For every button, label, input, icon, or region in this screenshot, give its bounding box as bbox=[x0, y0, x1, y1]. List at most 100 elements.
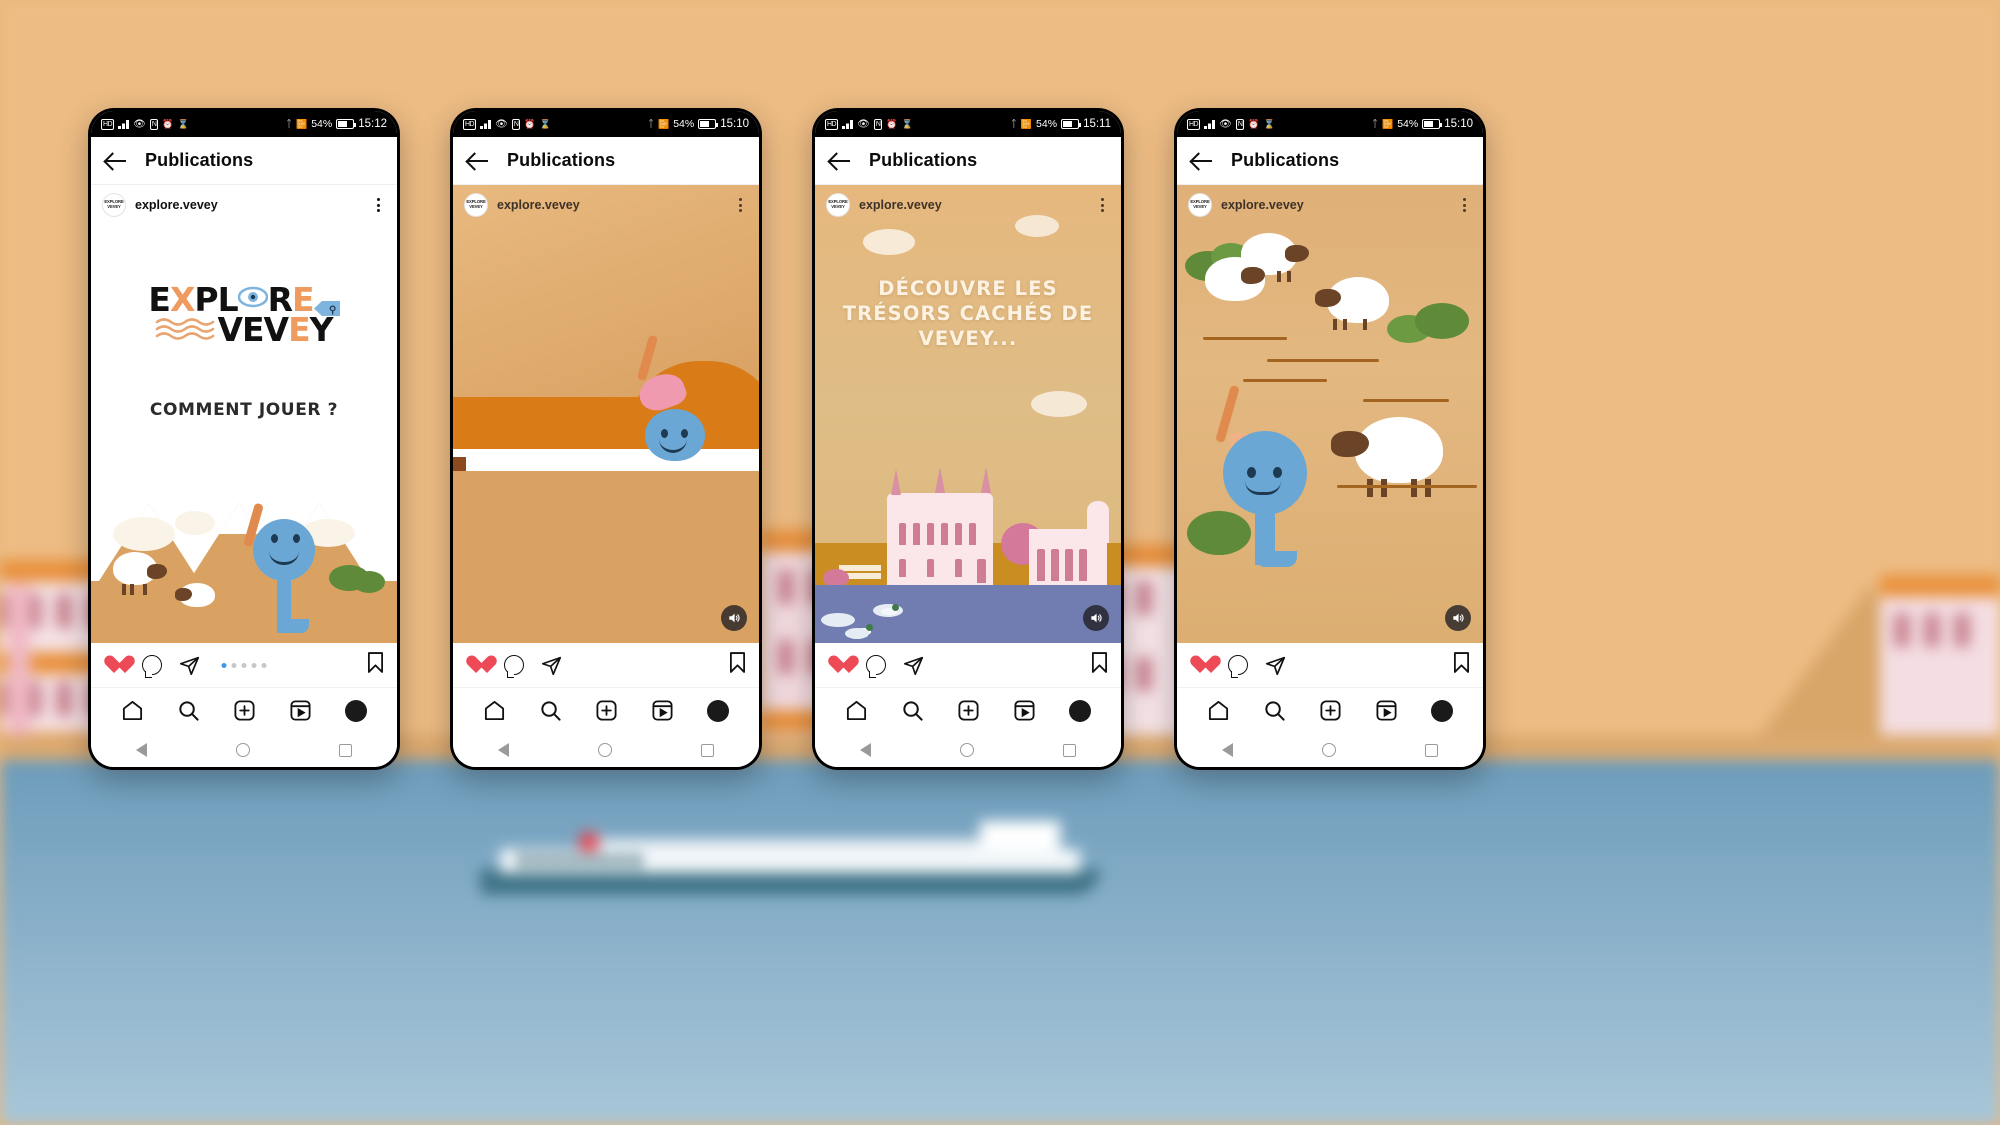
search-icon[interactable] bbox=[177, 699, 200, 722]
hourglass-icon: ⌛ bbox=[901, 118, 913, 129]
post-media[interactable]: EXPLORE VEVEY explore.vevey bbox=[453, 185, 759, 643]
post-username[interactable]: explore.vevey bbox=[497, 198, 723, 212]
bookmark-icon[interactable] bbox=[367, 652, 384, 678]
search-icon[interactable] bbox=[539, 699, 562, 722]
more-options-icon[interactable] bbox=[1094, 198, 1110, 212]
more-options-icon[interactable] bbox=[732, 198, 748, 212]
add-post-icon[interactable] bbox=[595, 699, 618, 722]
home-icon[interactable] bbox=[121, 699, 144, 722]
bookmark-icon[interactable] bbox=[1091, 652, 1108, 678]
home-icon[interactable] bbox=[1207, 699, 1230, 722]
android-back-icon[interactable] bbox=[497, 743, 509, 757]
background-building bbox=[1880, 575, 2000, 760]
post-header: EXPLORE VEVEY explore.vevey bbox=[815, 185, 1121, 225]
eye-icon: 👁 bbox=[133, 118, 146, 130]
alarm-icon: ⏰ bbox=[1248, 118, 1260, 129]
avatar-label: EXPLORE VEVEY bbox=[1190, 199, 1210, 209]
speaker-on-icon[interactable] bbox=[1083, 605, 1109, 631]
reels-icon[interactable] bbox=[289, 699, 312, 722]
hourglass-icon: ⌛ bbox=[1263, 118, 1275, 129]
bluetooth-icon: ᛏ bbox=[1371, 118, 1378, 130]
android-back-icon[interactable] bbox=[135, 743, 147, 757]
signal-bars-icon bbox=[480, 119, 492, 129]
reels-icon[interactable] bbox=[1375, 699, 1398, 722]
post-username[interactable]: explore.vevey bbox=[859, 198, 1085, 212]
cloud-shape bbox=[1031, 391, 1087, 417]
search-icon[interactable] bbox=[1263, 699, 1286, 722]
home-icon[interactable] bbox=[483, 699, 506, 722]
avatar[interactable]: EXPLORE VEVEY bbox=[464, 193, 488, 217]
android-home-icon[interactable] bbox=[235, 743, 250, 757]
explore-vevey-logo: E X PL RE ⚲ VEV E Y bbox=[91, 283, 397, 346]
post-action-bar bbox=[453, 643, 759, 687]
heart-filled-icon[interactable] bbox=[828, 656, 849, 675]
terrain-line bbox=[1203, 337, 1287, 340]
avatar[interactable]: EXPLORE VEVEY bbox=[826, 193, 850, 217]
profile-avatar-icon[interactable] bbox=[1068, 699, 1091, 722]
page-title: Publications bbox=[869, 150, 978, 170]
vibrate-icon: 📴 bbox=[1020, 118, 1033, 129]
search-icon[interactable] bbox=[901, 699, 924, 722]
background-window-row bbox=[1894, 613, 1970, 647]
howto-caption: COMMENT JOUER ? bbox=[149, 400, 339, 420]
share-paperplane-icon[interactable] bbox=[179, 655, 200, 676]
comment-bubble-icon[interactable] bbox=[142, 655, 162, 678]
post-media[interactable]: DÉCOUVRE LES TRÉSORS CACHÉS DE VEVEY... bbox=[815, 185, 1121, 643]
profile-avatar-icon[interactable] bbox=[1430, 699, 1453, 722]
status-bar: HD 👁 N ⏰ ⌛ ᛏ 📴 54% 15:12 bbox=[91, 111, 397, 137]
speaker-on-icon[interactable] bbox=[1445, 605, 1471, 631]
illustration-bed-scene bbox=[453, 185, 759, 643]
add-post-icon[interactable] bbox=[233, 699, 256, 722]
phone-mockup-2: HD 👁 N ⏰ ⌛ ᛏ 📴 54% 15:10 Publications EX… bbox=[450, 108, 762, 770]
profile-avatar-icon[interactable] bbox=[344, 699, 367, 722]
phone-mockup-3: HD 👁 N ⏰ ⌛ ᛏ 📴 54% 15:11 Publications DÉ… bbox=[812, 108, 1124, 770]
post-username[interactable]: explore.vevey bbox=[135, 198, 361, 212]
bluetooth-icon: ᛏ bbox=[285, 118, 292, 130]
battery-icon bbox=[1061, 119, 1082, 129]
add-post-icon[interactable] bbox=[957, 699, 980, 722]
reels-icon[interactable] bbox=[1013, 699, 1036, 722]
more-options-icon[interactable] bbox=[1456, 198, 1472, 212]
home-icon[interactable] bbox=[845, 699, 868, 722]
post-username[interactable]: explore.vevey bbox=[1221, 198, 1447, 212]
battery-icon bbox=[336, 119, 357, 129]
speaker-on-icon[interactable] bbox=[721, 605, 747, 631]
android-home-icon[interactable] bbox=[1321, 743, 1336, 757]
comment-bubble-icon[interactable] bbox=[866, 655, 886, 678]
bookmark-icon[interactable] bbox=[1453, 652, 1470, 678]
bookmark-icon[interactable] bbox=[729, 652, 746, 678]
back-arrow-icon[interactable] bbox=[467, 150, 489, 172]
back-arrow-icon[interactable] bbox=[1191, 150, 1213, 172]
avatar[interactable]: EXPLORE VEVEY bbox=[102, 193, 126, 217]
android-back-icon[interactable] bbox=[1221, 743, 1233, 757]
android-recents-icon[interactable] bbox=[701, 743, 715, 757]
android-home-icon[interactable] bbox=[959, 743, 974, 757]
android-recents-icon[interactable] bbox=[339, 743, 353, 757]
back-arrow-icon[interactable] bbox=[105, 150, 127, 172]
android-back-icon[interactable] bbox=[859, 743, 871, 757]
android-navbar bbox=[453, 733, 759, 767]
comment-bubble-icon[interactable] bbox=[504, 655, 524, 678]
heart-filled-icon[interactable] bbox=[1190, 656, 1211, 675]
android-recents-icon[interactable] bbox=[1063, 743, 1077, 757]
post-media[interactable]: E X PL RE ⚲ VEV E Y COMMENT JOUER ? bbox=[91, 225, 397, 643]
more-options-icon[interactable] bbox=[370, 198, 386, 212]
share-paperplane-icon[interactable] bbox=[541, 655, 562, 676]
android-recents-icon[interactable] bbox=[1425, 743, 1439, 757]
comment-bubble-icon[interactable] bbox=[1228, 655, 1248, 678]
heart-filled-icon[interactable] bbox=[466, 656, 487, 675]
fish-arrow-icon: ⚲ bbox=[313, 289, 340, 316]
add-post-icon[interactable] bbox=[1319, 699, 1342, 722]
post-media[interactable]: EXPLORE VEVEY explore.vevey bbox=[1177, 185, 1483, 643]
profile-avatar-icon[interactable] bbox=[706, 699, 729, 722]
signal-bars-icon bbox=[842, 119, 854, 129]
hourglass-icon: ⌛ bbox=[539, 118, 551, 129]
avatar[interactable]: EXPLORE VEVEY bbox=[1188, 193, 1212, 217]
share-paperplane-icon[interactable] bbox=[1265, 655, 1286, 676]
back-arrow-icon[interactable] bbox=[829, 150, 851, 172]
reels-icon[interactable] bbox=[651, 699, 674, 722]
heart-filled-icon[interactable] bbox=[104, 656, 125, 675]
android-home-icon[interactable] bbox=[597, 743, 612, 757]
alarm-icon: ⏰ bbox=[886, 118, 898, 129]
share-paperplane-icon[interactable] bbox=[903, 655, 924, 676]
